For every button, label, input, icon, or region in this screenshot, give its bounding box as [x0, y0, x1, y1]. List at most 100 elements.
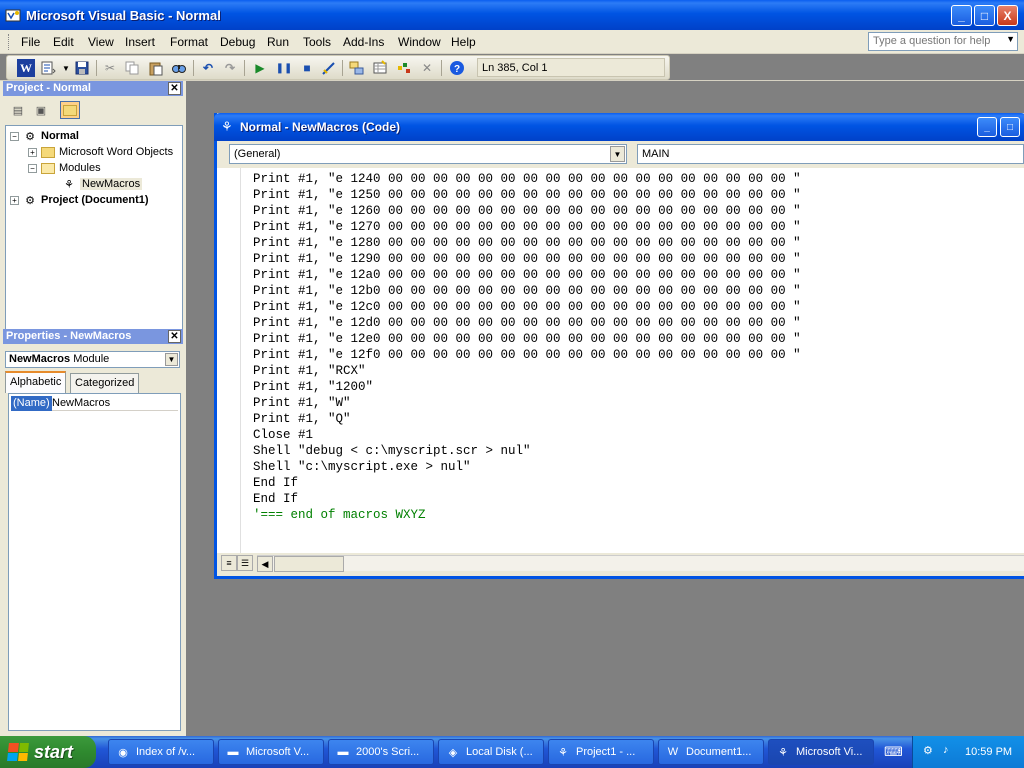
- menu-debug[interactable]: Debug: [220, 35, 255, 49]
- horizontal-scrollbar[interactable]: ◀: [257, 555, 1024, 572]
- reset-icon[interactable]: ■: [298, 59, 316, 77]
- code-line[interactable]: End If: [253, 475, 1018, 491]
- word-icon[interactable]: W: [17, 59, 35, 77]
- insert-module-icon[interactable]: [39, 59, 57, 77]
- taskbar-button[interactable]: ⚘ Microsoft Vi...: [768, 739, 874, 765]
- toolbox-icon[interactable]: ✕: [418, 59, 436, 77]
- code-margin[interactable]: [217, 168, 241, 553]
- expand-icon[interactable]: +: [28, 147, 37, 157]
- start-button[interactable]: start: [0, 736, 96, 768]
- code-line[interactable]: Print #1, "Q": [253, 411, 1018, 427]
- code-line[interactable]: End If: [253, 491, 1018, 507]
- properties-icon[interactable]: [371, 59, 389, 77]
- chevron-down-icon[interactable]: ▼: [610, 146, 625, 162]
- help-icon[interactable]: ?: [448, 59, 466, 77]
- code-editor[interactable]: Print #1, "e 1240 00 00 00 00 00 00 00 0…: [217, 168, 1024, 553]
- taskbar-button[interactable]: ◈ Local Disk (...: [438, 739, 544, 765]
- minimize-button[interactable]: _: [951, 5, 972, 26]
- code-line[interactable]: Print #1, "e 12b0 00 00 00 00 00 00 00 0…: [253, 283, 1018, 299]
- code-minimize-button[interactable]: _: [977, 117, 997, 137]
- code-line[interactable]: '=== end of macros WXYZ: [253, 507, 1018, 523]
- network-icon[interactable]: ⚙: [923, 744, 937, 758]
- taskbar-button[interactable]: ⚘ Project1 - ...: [548, 739, 654, 765]
- code-line[interactable]: Print #1, "RCX": [253, 363, 1018, 379]
- code-line[interactable]: Shell "debug < c:\myscript.scr > nul": [253, 443, 1018, 459]
- scroll-thumb[interactable]: [274, 556, 344, 572]
- collapse-icon[interactable]: −: [10, 131, 19, 141]
- tree-node-document1[interactable]: + ⚙ Project (Document1): [10, 192, 149, 208]
- tree-node-modules[interactable]: − Modules: [28, 160, 101, 176]
- keyboard-language-icon[interactable]: ⌨: [884, 744, 906, 760]
- expand-icon[interactable]: +: [10, 195, 19, 205]
- code-line[interactable]: Print #1, "e 12e0 00 00 00 00 00 00 00 0…: [253, 331, 1018, 347]
- code-line[interactable]: Shell "c:\myscript.exe > nul": [253, 459, 1018, 475]
- find-icon[interactable]: [170, 59, 188, 77]
- save-icon[interactable]: [73, 59, 91, 77]
- menu-edit[interactable]: Edit: [53, 35, 74, 49]
- menu-window[interactable]: Window: [398, 35, 441, 49]
- tree-node-newmacros[interactable]: ⚘ NewMacros: [61, 176, 143, 192]
- taskbar-button[interactable]: W Document1...: [658, 739, 764, 765]
- chevron-down-icon[interactable]: ▼: [165, 353, 178, 366]
- cut-icon[interactable]: ✂: [101, 59, 119, 77]
- tree-node-word-objects[interactable]: + Microsoft Word Objects: [28, 144, 173, 160]
- code-maximize-button[interactable]: □: [1000, 117, 1020, 137]
- code-line[interactable]: Print #1, "e 12f0 00 00 00 00 00 00 00 0…: [253, 347, 1018, 363]
- code-line[interactable]: Print #1, "e 1250 00 00 00 00 00 00 00 0…: [253, 187, 1018, 203]
- code-line[interactable]: Print #1, "e 1270 00 00 00 00 00 00 00 0…: [253, 219, 1018, 235]
- code-line[interactable]: Print #1, "1200": [253, 379, 1018, 395]
- code-line[interactable]: Print #1, "e 12a0 00 00 00 00 00 00 00 0…: [253, 267, 1018, 283]
- module-icon[interactable]: ⚘: [221, 119, 233, 135]
- menu-insert[interactable]: Insert: [125, 35, 155, 49]
- paste-icon[interactable]: [147, 59, 165, 77]
- object-browser-icon[interactable]: [395, 59, 413, 77]
- vb-app-icon[interactable]: [5, 7, 21, 23]
- menu-format[interactable]: Format: [170, 35, 208, 49]
- toggle-folders-icon[interactable]: [60, 101, 80, 119]
- code-line[interactable]: Print #1, "e 12c0 00 00 00 00 00 00 00 0…: [253, 299, 1018, 315]
- taskbar-button[interactable]: ▬ Microsoft V...: [218, 739, 324, 765]
- properties-panel-close-button[interactable]: ✕: [168, 330, 181, 343]
- tab-alphabetic[interactable]: Alphabetic: [5, 371, 67, 393]
- maximize-button[interactable]: □: [974, 5, 995, 26]
- volume-icon[interactable]: ♪: [943, 744, 957, 758]
- code-line[interactable]: Print #1, "e 1260 00 00 00 00 00 00 00 0…: [253, 203, 1018, 219]
- help-question-input[interactable]: Type a question for help ▼: [868, 32, 1018, 51]
- code-lines[interactable]: Print #1, "e 1240 00 00 00 00 00 00 00 0…: [253, 171, 1018, 523]
- close-button[interactable]: X: [997, 5, 1018, 26]
- tab-categorized[interactable]: Categorized: [70, 373, 140, 393]
- menu-grip[interactable]: [8, 34, 11, 50]
- view-object-icon[interactable]: ▣: [31, 101, 51, 119]
- scroll-left-icon[interactable]: ◀: [257, 556, 273, 572]
- menu-view[interactable]: View: [88, 35, 114, 49]
- property-row-name[interactable]: (Name) NewMacros: [11, 396, 178, 411]
- property-value[interactable]: NewMacros: [52, 397, 110, 409]
- menu-add-ins[interactable]: Add-Ins: [343, 35, 384, 49]
- undo-icon[interactable]: ↶: [199, 59, 217, 77]
- menu-tools[interactable]: Tools: [303, 35, 331, 49]
- project-panel-close-button[interactable]: ✕: [168, 82, 181, 95]
- code-line[interactable]: Print #1, "e 1280 00 00 00 00 00 00 00 0…: [253, 235, 1018, 251]
- object-combo[interactable]: (General) ▼: [229, 144, 627, 164]
- break-icon[interactable]: ❚❚: [275, 59, 293, 77]
- object-select[interactable]: NewMacros Module ▼: [5, 351, 180, 368]
- design-mode-icon[interactable]: [320, 59, 338, 77]
- code-line[interactable]: Print #1, "e 1240 00 00 00 00 00 00 00 0…: [253, 171, 1018, 187]
- code-line[interactable]: Print #1, "e 12d0 00 00 00 00 00 00 00 0…: [253, 315, 1018, 331]
- taskbar-button[interactable]: ◉ Index of /v...: [108, 739, 214, 765]
- tree-node-normal[interactable]: − ⚙ Normal: [10, 128, 79, 144]
- taskbar-button[interactable]: ▬ 2000's Scri...: [328, 739, 434, 765]
- view-code-icon[interactable]: ▤: [8, 101, 28, 119]
- project-explorer-icon[interactable]: [348, 59, 366, 77]
- code-line[interactable]: Print #1, "W": [253, 395, 1018, 411]
- collapse-icon[interactable]: −: [28, 163, 37, 173]
- redo-icon[interactable]: ↷: [221, 59, 239, 77]
- menu-run[interactable]: Run: [267, 35, 289, 49]
- run-icon[interactable]: ▶: [251, 59, 269, 77]
- menu-file[interactable]: File: [21, 35, 40, 49]
- chevron-down-icon[interactable]: ▼: [1006, 34, 1015, 44]
- procedure-combo[interactable]: MAIN: [637, 144, 1024, 164]
- copy-icon[interactable]: [123, 59, 141, 77]
- code-line[interactable]: Print #1, "e 1290 00 00 00 00 00 00 00 0…: [253, 251, 1018, 267]
- full-module-view-icon[interactable]: ☰: [237, 555, 253, 571]
